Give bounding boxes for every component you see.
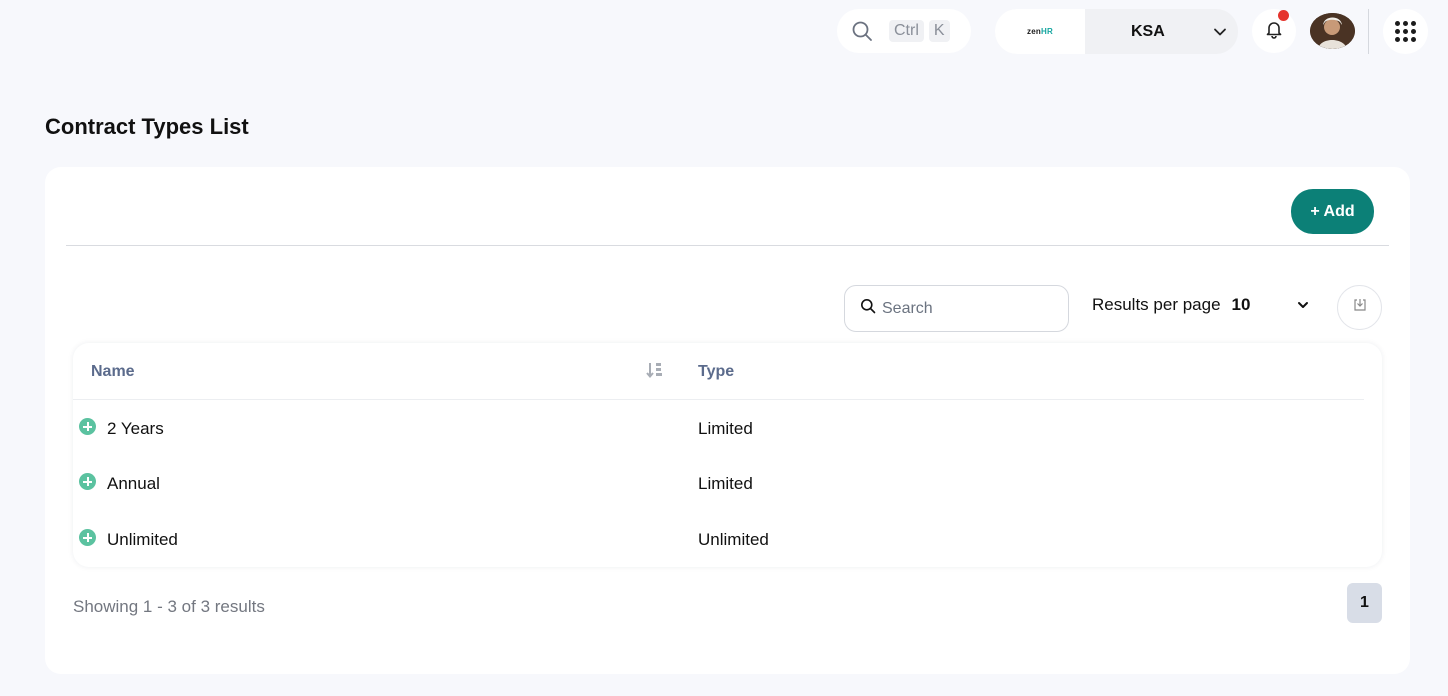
expand-row-icon[interactable] xyxy=(79,418,96,435)
search-icon xyxy=(851,20,873,42)
cell-type: Unlimited xyxy=(698,530,769,549)
chevron-down-icon xyxy=(1297,299,1309,311)
global-search[interactable]: Ctrl K xyxy=(837,9,971,53)
avatar[interactable] xyxy=(1310,13,1355,49)
kbd-ctrl: Ctrl xyxy=(889,20,924,42)
export-button[interactable] xyxy=(1337,285,1382,330)
expand-row-icon[interactable] xyxy=(79,529,96,546)
sort-icon[interactable] xyxy=(646,361,664,384)
cell-name: 2 Years xyxy=(107,419,164,438)
toolbar-divider xyxy=(1368,9,1369,54)
results-per-page-value: 10 xyxy=(1231,295,1251,314)
notifications-button[interactable] xyxy=(1252,9,1296,53)
expand-row-icon[interactable] xyxy=(79,473,96,490)
contract-types-table: Name Type 2 Years Limited Annual Limited… xyxy=(73,343,1382,567)
divider xyxy=(66,245,1389,246)
add-button[interactable]: + Add xyxy=(1291,189,1374,234)
table-row: 2 Years Limited xyxy=(73,400,1364,455)
country-label: KSA xyxy=(1131,22,1165,40)
table-row: Annual Limited xyxy=(73,455,1364,510)
apps-grid-icon xyxy=(1395,21,1416,42)
cell-name: Annual xyxy=(107,474,160,493)
contract-types-card: + Add Results per page 10 Name Type 2 Ye… xyxy=(45,167,1410,674)
cell-name: Unlimited xyxy=(107,530,178,549)
company-switcher[interactable]: zenHR KSA xyxy=(995,9,1238,54)
apps-menu-button[interactable] xyxy=(1383,9,1428,54)
company-logo: zenHR xyxy=(995,9,1085,54)
cell-type: Limited xyxy=(698,419,753,438)
cell-type: Limited xyxy=(698,474,753,493)
page-title: Contract Types List xyxy=(45,114,249,139)
results-per-page-label: Results per page xyxy=(1092,295,1221,314)
table-header: Name Type xyxy=(73,343,1364,400)
kbd-k: K xyxy=(928,20,950,42)
column-header-type[interactable]: Type xyxy=(698,363,734,381)
pagination-page-1[interactable]: 1 xyxy=(1347,583,1382,623)
results-per-page[interactable]: Results per page 10 xyxy=(1092,295,1309,315)
chevron-down-icon xyxy=(1202,9,1238,54)
bell-icon xyxy=(1264,19,1284,44)
search-input[interactable] xyxy=(882,299,1052,318)
table-search[interactable] xyxy=(844,285,1069,332)
results-summary: Showing 1 - 3 of 3 results xyxy=(73,597,265,616)
column-header-name[interactable]: Name xyxy=(91,363,135,381)
notification-badge xyxy=(1278,10,1289,21)
keyboard-shortcut: Ctrl K xyxy=(889,20,950,42)
table-row: Unlimited Unlimited xyxy=(73,511,1364,566)
download-icon xyxy=(1353,298,1367,317)
search-icon xyxy=(860,298,876,319)
